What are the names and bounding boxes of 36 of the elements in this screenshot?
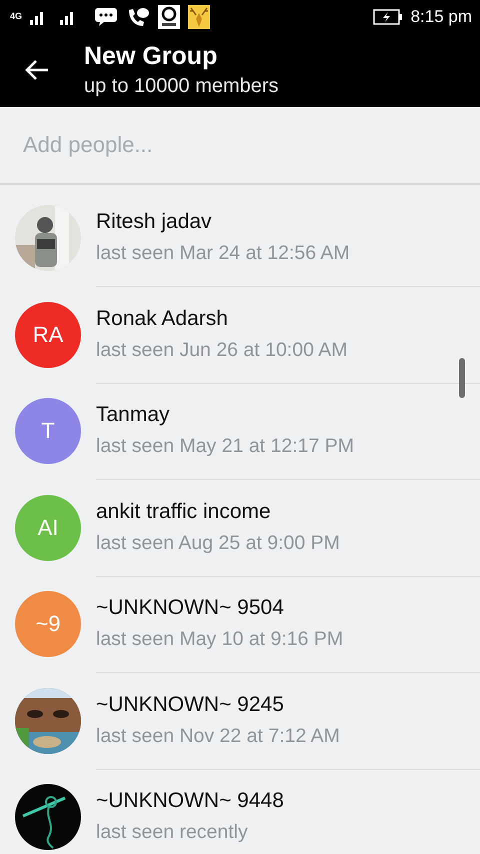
contact-name: ~UNKNOWN~ 9448 — [96, 789, 285, 814]
contact-row[interactable]: RA Ronak Adarsh last seen Jun 26 at 10:00 AM — [0, 286, 480, 383]
contact-row[interactable]: ~UNKNOWN~ 9448 last seen recently — [0, 769, 480, 854]
contact-row[interactable]: ~9 ~UNKNOWN~ 9504 last seen May 10 at 9:16 PM — [0, 576, 480, 672]
screen-title: New Group — [84, 42, 218, 71]
last-seen-status: last seen Aug 25 at 9:00 PM — [96, 532, 341, 555]
deer-app-icon — [188, 4, 210, 28]
news-app-icon — [158, 4, 180, 28]
last-seen-status: last seen May 21 at 12:17 PM — [96, 435, 355, 458]
initials-avatar: ~9 — [15, 591, 81, 658]
initials-avatar: T — [15, 398, 81, 464]
scrollbar-thumb — [459, 358, 465, 398]
battery-charging-icon — [372, 8, 403, 24]
contact-row[interactable]: Ritesh jadav last seen Mar 24 at 12:56 AM — [0, 190, 480, 286]
initials-avatar: RA — [15, 302, 81, 368]
initials-avatar: AI — [15, 494, 81, 561]
contact-name: Ronak Adarsh — [96, 306, 229, 331]
last-seen-status: last seen Nov 22 at 7:12 AM — [96, 724, 341, 748]
contact-name: ~UNKNOWN~ 9504 — [96, 596, 285, 620]
contact-name: ankit traffic income — [96, 500, 272, 524]
network-type-label: 4G — [10, 12, 22, 21]
last-seen-status: last seen Jun 26 at 10:00 AM — [96, 338, 349, 362]
screen-subtitle: up to 10000 members — [84, 75, 279, 98]
last-seen-status: last seen May 10 at 9:16 PM — [96, 628, 344, 652]
clock-time: 8:15 pm — [410, 6, 472, 26]
phone-icon — [126, 6, 150, 28]
contact-name: ~UNKNOWN~ 9245 — [96, 692, 285, 717]
contact-name: Ritesh jadav — [96, 210, 213, 234]
contact-row[interactable]: ~UNKNOWN~ 9245 last seen Nov 22 at 7:12 AM — [0, 672, 480, 769]
add-people-field[interactable]: Add people... — [21, 131, 459, 159]
last-seen-status: last seen recently — [96, 821, 249, 844]
contact-row[interactable]: AI ankit traffic income last seen Aug 25 at 9:00 PM — [0, 480, 480, 576]
chat-icon — [94, 6, 118, 26]
last-seen-status: last seen Mar 24 at 12:56 AM — [96, 242, 351, 266]
contact-name: Tanmay — [96, 403, 171, 428]
contact-row[interactable]: T Tanmay last seen May 21 at 12:17 PM — [0, 383, 480, 480]
